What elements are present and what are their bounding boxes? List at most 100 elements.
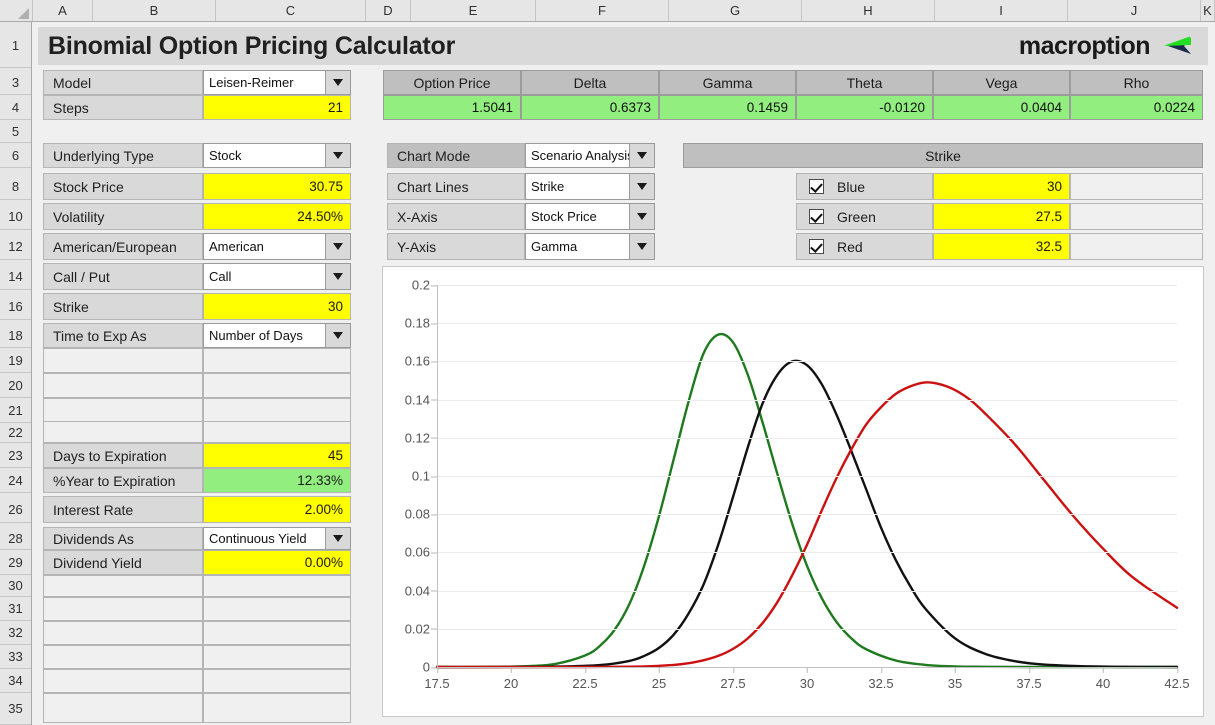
caret-glyph (637, 183, 647, 190)
row-header-35[interactable]: 35 (0, 693, 31, 725)
row-header-28[interactable]: 28 (0, 527, 31, 550)
row-header-8[interactable]: 8 (0, 173, 31, 200)
row-header-12[interactable]: 12 (0, 233, 31, 260)
chart-control-dropdown-x-axis[interactable]: Stock Price (525, 203, 655, 230)
column-header-a[interactable]: A (33, 0, 93, 21)
row-header-23[interactable]: 23 (0, 443, 31, 468)
steps-input[interactable]: 21 (203, 95, 351, 120)
row-header-14[interactable]: 14 (0, 263, 31, 290)
row-header-22[interactable]: 22 (0, 423, 31, 443)
x-axis-tick: 35 (948, 667, 962, 691)
column-header-b[interactable]: B (93, 0, 216, 21)
row-header-10[interactable]: 10 (0, 203, 31, 230)
input-label-15: Dividend Yield (43, 550, 203, 575)
chevron-down-icon[interactable] (325, 71, 350, 94)
input-dropdown-0-value: Stock (209, 148, 242, 163)
row-header-16[interactable]: 16 (0, 293, 31, 320)
macroption-logo: macroption (1019, 32, 1198, 61)
row-header-4[interactable]: 4 (0, 95, 31, 120)
chevron-down-icon[interactable] (325, 234, 350, 259)
caret-glyph (333, 243, 343, 250)
chart-control-label-0: Chart Mode (387, 143, 525, 168)
row-header-33[interactable]: 33 (0, 645, 31, 669)
chart-control-dropdown-chart-mode[interactable]: Scenario Analysis (525, 143, 655, 168)
column-header-e[interactable]: E (411, 0, 536, 21)
row-header-32[interactable]: 32 (0, 621, 31, 645)
x-axis-tick: 40 (1096, 667, 1110, 691)
row-header-6[interactable]: 6 (0, 143, 31, 168)
checkbox-red-icon[interactable] (809, 239, 824, 254)
chevron-down-icon[interactable] (629, 204, 654, 229)
input-value-12[interactable]: 12.33% (203, 468, 351, 493)
greek-value-rho: 0.0224 (1070, 95, 1203, 120)
chevron-down-icon[interactable] (325, 144, 350, 167)
column-header-c[interactable]: C (216, 0, 366, 21)
row-header-5[interactable]: 5 (0, 120, 31, 143)
column-header-h[interactable]: H (802, 0, 935, 21)
checkbox-green-icon[interactable] (809, 209, 824, 224)
chevron-down-icon[interactable] (325, 324, 350, 347)
input-dropdown-3-value: American (209, 239, 264, 254)
chart-control-dropdown-y-axis-value: Gamma (531, 239, 578, 254)
row-header-24[interactable]: 24 (0, 468, 31, 493)
row-header-3[interactable]: 3 (0, 70, 31, 95)
column-header-f[interactable]: F (536, 0, 669, 21)
scenario-row-red: Red (796, 233, 933, 260)
input-value-5[interactable]: 30 (203, 293, 351, 320)
row-header-18[interactable]: 18 (0, 323, 31, 348)
x-axis-tick: 32.5 (868, 667, 894, 691)
row-header-19[interactable]: 19 (0, 348, 31, 373)
scenario-title: Strike (683, 143, 1203, 168)
model-dropdown[interactable]: Leisen-Reimer (203, 70, 351, 95)
row-header-30[interactable]: 30 (0, 575, 31, 597)
x-tick-mark (1177, 667, 1178, 673)
row-header-21[interactable]: 21 (0, 398, 31, 423)
input-value-18 (203, 621, 351, 645)
y-axis-line (437, 285, 438, 667)
input-value-11[interactable]: 45 (203, 443, 351, 468)
input-dropdown-14-value: Continuous Yield (209, 531, 307, 546)
row-header-34[interactable]: 34 (0, 669, 31, 693)
column-header-j[interactable]: J (1068, 0, 1201, 21)
input-value-1[interactable]: 30.75 (203, 173, 351, 200)
input-value-13[interactable]: 2.00% (203, 496, 351, 523)
greek-header-delta: Delta (521, 70, 659, 95)
chart-control-dropdown-y-axis[interactable]: Gamma (525, 233, 655, 260)
column-header-d[interactable]: D (366, 0, 411, 21)
select-all-corner[interactable] (0, 0, 33, 21)
input-dropdown-0[interactable]: Stock (203, 143, 351, 168)
scenario-value-red[interactable]: 32.5 (933, 233, 1070, 260)
chevron-down-icon[interactable] (325, 264, 350, 289)
input-dropdown-4[interactable]: Call (203, 263, 351, 290)
row-header-26[interactable]: 26 (0, 496, 31, 523)
chevron-down-icon[interactable] (629, 144, 654, 167)
greek-value-theta: -0.0120 (796, 95, 933, 120)
input-dropdown-3[interactable]: American (203, 233, 351, 260)
x-axis-tick: 30 (800, 667, 814, 691)
scenario-value-blue[interactable]: 30 (933, 173, 1070, 200)
checkbox-blue-icon[interactable] (809, 179, 824, 194)
input-dropdown-6-value: Number of Days (209, 328, 303, 343)
scenario-value-green[interactable]: 27.5 (933, 203, 1070, 230)
column-header-row: ABCDEFGHIJK (0, 0, 1215, 22)
x-tick-mark (437, 667, 438, 673)
row-header-31[interactable]: 31 (0, 597, 31, 621)
input-value-15[interactable]: 0.00% (203, 550, 351, 575)
row-header-20[interactable]: 20 (0, 373, 31, 398)
input-label-7 (43, 348, 203, 373)
macroption-arrow-icon (1164, 36, 1191, 54)
y-gridline (437, 285, 1177, 286)
input-dropdown-14[interactable]: Continuous Yield (203, 527, 351, 550)
column-header-g[interactable]: G (669, 0, 802, 21)
chart-control-dropdown-chart-lines[interactable]: Strike (525, 173, 655, 200)
input-value-2[interactable]: 24.50% (203, 203, 351, 230)
input-dropdown-6[interactable]: Number of Days (203, 323, 351, 348)
y-gridline (437, 399, 1177, 401)
chevron-down-icon[interactable] (325, 528, 350, 549)
chevron-down-icon[interactable] (629, 174, 654, 199)
column-header-i[interactable]: I (935, 0, 1068, 21)
row-header-1[interactable]: 1 (0, 23, 31, 68)
chevron-down-icon[interactable] (629, 234, 654, 259)
row-header-29[interactable]: 29 (0, 550, 31, 575)
column-header-k[interactable]: K (1201, 0, 1215, 21)
